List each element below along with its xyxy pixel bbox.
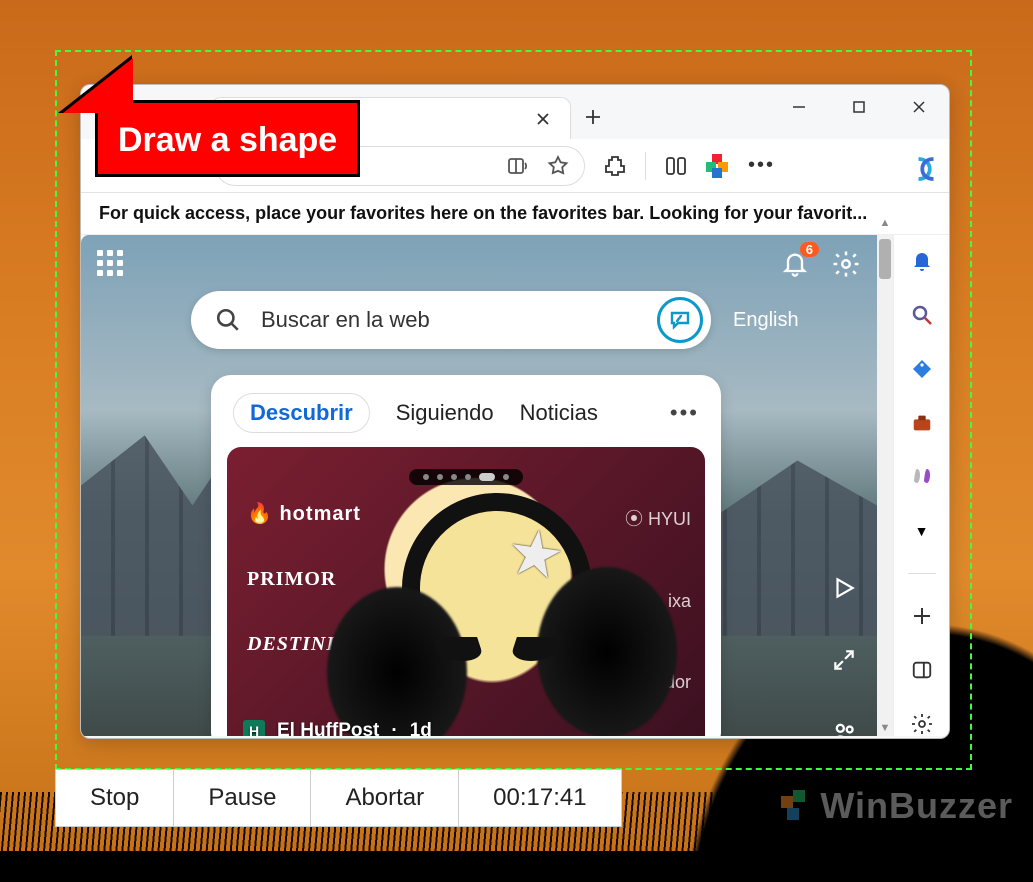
sidebar-more-caret-icon[interactable]: ▼ — [909, 519, 935, 543]
extensions-icon[interactable] — [603, 154, 627, 178]
notifications-bell-icon[interactable]: 6 — [781, 250, 809, 278]
sidebar-settings-icon[interactable] — [909, 712, 935, 736]
feed-tabs-more-icon[interactable]: ••• — [670, 400, 699, 426]
annotation-text: Draw a shape — [118, 121, 337, 159]
ntp-settings-icon[interactable] — [831, 249, 861, 279]
bing-chat-icon[interactable] — [657, 297, 703, 343]
ntp-search-placeholder: Buscar en la web — [261, 307, 637, 333]
notifications-badge: 6 — [800, 242, 819, 257]
browser-window: b arch or enter... ••• — [80, 84, 950, 739]
new-tab-page: 6 Buscar en la web English — [81, 235, 877, 736]
search-icon — [215, 307, 241, 333]
article-figure-eyes — [437, 637, 557, 677]
edge-sidebar: ▼ — [893, 235, 949, 736]
feed-tab-news[interactable]: Noticias — [520, 400, 598, 426]
scroll-thumb[interactable] — [879, 239, 891, 279]
scroll-down-icon[interactable]: ▼ — [877, 722, 893, 734]
sidebar-add-icon[interactable] — [909, 604, 935, 628]
recorder-toolbar: Stop Pause Abortar 00:17:41 — [55, 769, 622, 827]
article-source: El HuffPost — [277, 720, 379, 736]
window-minimize-button[interactable] — [769, 85, 829, 129]
favorite-star-icon[interactable] — [546, 154, 570, 178]
language-selector[interactable]: English — [733, 309, 799, 332]
new-tab-button[interactable] — [571, 95, 615, 139]
window-controls — [769, 85, 949, 129]
source-icon: H — [243, 720, 265, 736]
read-aloud-icon[interactable] — [506, 154, 530, 178]
people-icon[interactable] — [831, 719, 859, 736]
feed-tabs: Descubrir Siguiendo Noticias ••• — [227, 389, 705, 447]
page-scrollbar[interactable]: ▲ ▼ — [877, 235, 893, 736]
more-menu-icon[interactable]: ••• — [748, 154, 772, 178]
scroll-up-icon[interactable]: ▲ — [877, 217, 893, 229]
sidebar-shopping-icon[interactable] — [909, 357, 935, 381]
article-figure-star: ★ — [502, 513, 569, 595]
recorder-pause-button[interactable]: Pause — [174, 770, 311, 826]
recorder-timer: 00:17:41 — [459, 770, 620, 826]
window-close-button[interactable] — [889, 85, 949, 129]
toolbar-separator — [645, 152, 646, 180]
favorites-bar-hint: For quick access, place your favorites h… — [81, 193, 949, 235]
app-launcher-icon[interactable] — [97, 250, 125, 278]
annotation-callout: Draw a shape — [95, 100, 360, 177]
feed-article[interactable]: hotmart PRIMOR DESTINIA ⦿ HYUI ixa dor ★ — [227, 447, 705, 736]
sidebar-divider — [908, 573, 936, 574]
feed-tab-following[interactable]: Siguiendo — [396, 400, 494, 426]
sidebar-panel-icon[interactable] — [909, 658, 935, 682]
tab-close-button[interactable] — [530, 108, 556, 130]
feed-card: Descubrir Siguiendo Noticias ••• hotmart… — [211, 375, 721, 736]
play-icon[interactable] — [831, 575, 859, 601]
carousel-dots[interactable] — [409, 469, 523, 485]
expand-icon[interactable] — [831, 647, 859, 673]
recorder-stop-button[interactable]: Stop — [56, 770, 174, 826]
feed-tab-discover[interactable]: Descubrir — [233, 393, 370, 433]
article-byline: H El HuffPost · 1d — [243, 720, 432, 736]
ntp-search-box[interactable]: Buscar en la web — [191, 291, 711, 349]
split-screen-icon[interactable] — [664, 154, 688, 178]
recorder-abort-button[interactable]: Abortar — [311, 770, 459, 826]
sidebar-bell-icon[interactable] — [909, 249, 935, 273]
sidebar-games-icon[interactable] — [909, 465, 935, 489]
ntp-right-actions — [831, 575, 859, 736]
article-age: 1d — [410, 720, 432, 736]
copilot-icon[interactable] — [911, 154, 935, 178]
watermark: WinBuzzer — [778, 785, 1013, 827]
window-maximize-button[interactable] — [829, 85, 889, 129]
sidebar-tools-icon[interactable] — [909, 411, 935, 435]
collections-icon[interactable] — [706, 154, 730, 178]
sidebar-search-icon[interactable] — [909, 303, 935, 327]
